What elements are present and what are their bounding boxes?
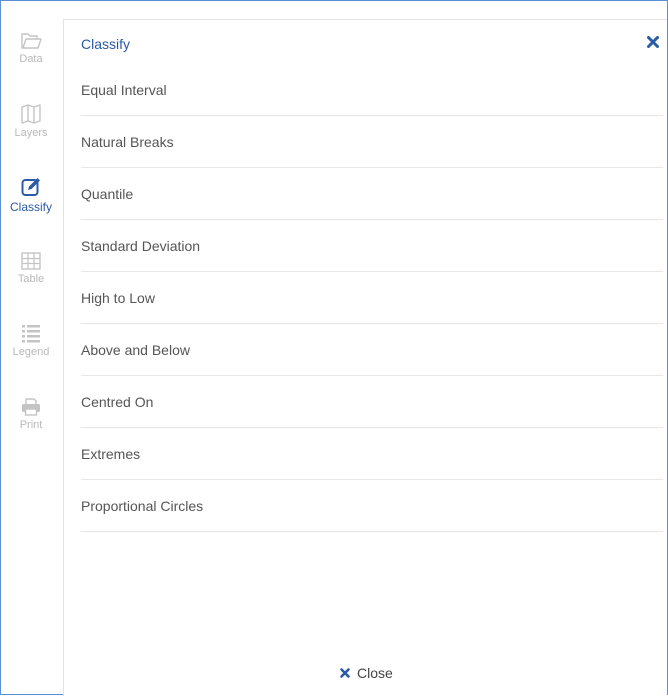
option-natural-breaks[interactable]: Natural Breaks: [81, 116, 663, 168]
map-icon: [21, 104, 41, 124]
toolbar-label-table: Table: [17, 273, 45, 285]
toolbar-label-print: Print: [19, 419, 43, 431]
table-icon: [21, 252, 41, 270]
toolbar-item-classify[interactable]: Classify: [1, 176, 61, 214]
toolbar-label-layers: Layers: [14, 127, 48, 139]
option-proportional-circles[interactable]: Proportional Circles: [81, 480, 663, 532]
toolbar-item-layers[interactable]: Layers: [1, 103, 61, 139]
close-icon[interactable]: [645, 34, 661, 50]
app-frame: Data Layers Classify Table Legend Print …: [0, 0, 668, 696]
classification-options: Equal Interval Natural Breaks Quantile S…: [81, 64, 663, 532]
close-button-label: Close: [357, 665, 393, 681]
folder-icon: [21, 33, 42, 49]
option-quantile[interactable]: Quantile: [81, 168, 663, 220]
option-high-to-low[interactable]: High to Low: [81, 272, 663, 324]
option-standard-deviation[interactable]: Standard Deviation: [81, 220, 663, 272]
toolbar-label-classify: Classify: [9, 200, 52, 214]
print-icon: [22, 398, 40, 416]
toolbar-label-data: Data: [19, 53, 43, 65]
list-icon: [22, 325, 40, 343]
toolbar-item-legend[interactable]: Legend: [1, 322, 61, 358]
toolbar-item-data[interactable]: Data: [1, 31, 61, 65]
toolbar-item-print[interactable]: Print: [1, 397, 61, 431]
option-extremes[interactable]: Extremes: [81, 428, 663, 480]
option-equal-interval[interactable]: Equal Interval: [81, 64, 663, 116]
close-x-icon: [340, 668, 350, 678]
close-button[interactable]: Close: [339, 665, 393, 681]
option-centred-on[interactable]: Centred On: [81, 376, 663, 428]
side-toolbar: Data Layers Classify Table Legend Print: [1, 19, 63, 689]
edit-icon: [21, 178, 40, 196]
toolbar-item-table[interactable]: Table: [1, 251, 61, 285]
toolbar-label-legend: Legend: [12, 346, 50, 358]
option-above-and-below[interactable]: Above and Below: [81, 324, 663, 376]
classify-panel: Classify Equal Interval Natural Breaks Q…: [63, 19, 667, 696]
panel-title: Classify: [81, 36, 131, 52]
